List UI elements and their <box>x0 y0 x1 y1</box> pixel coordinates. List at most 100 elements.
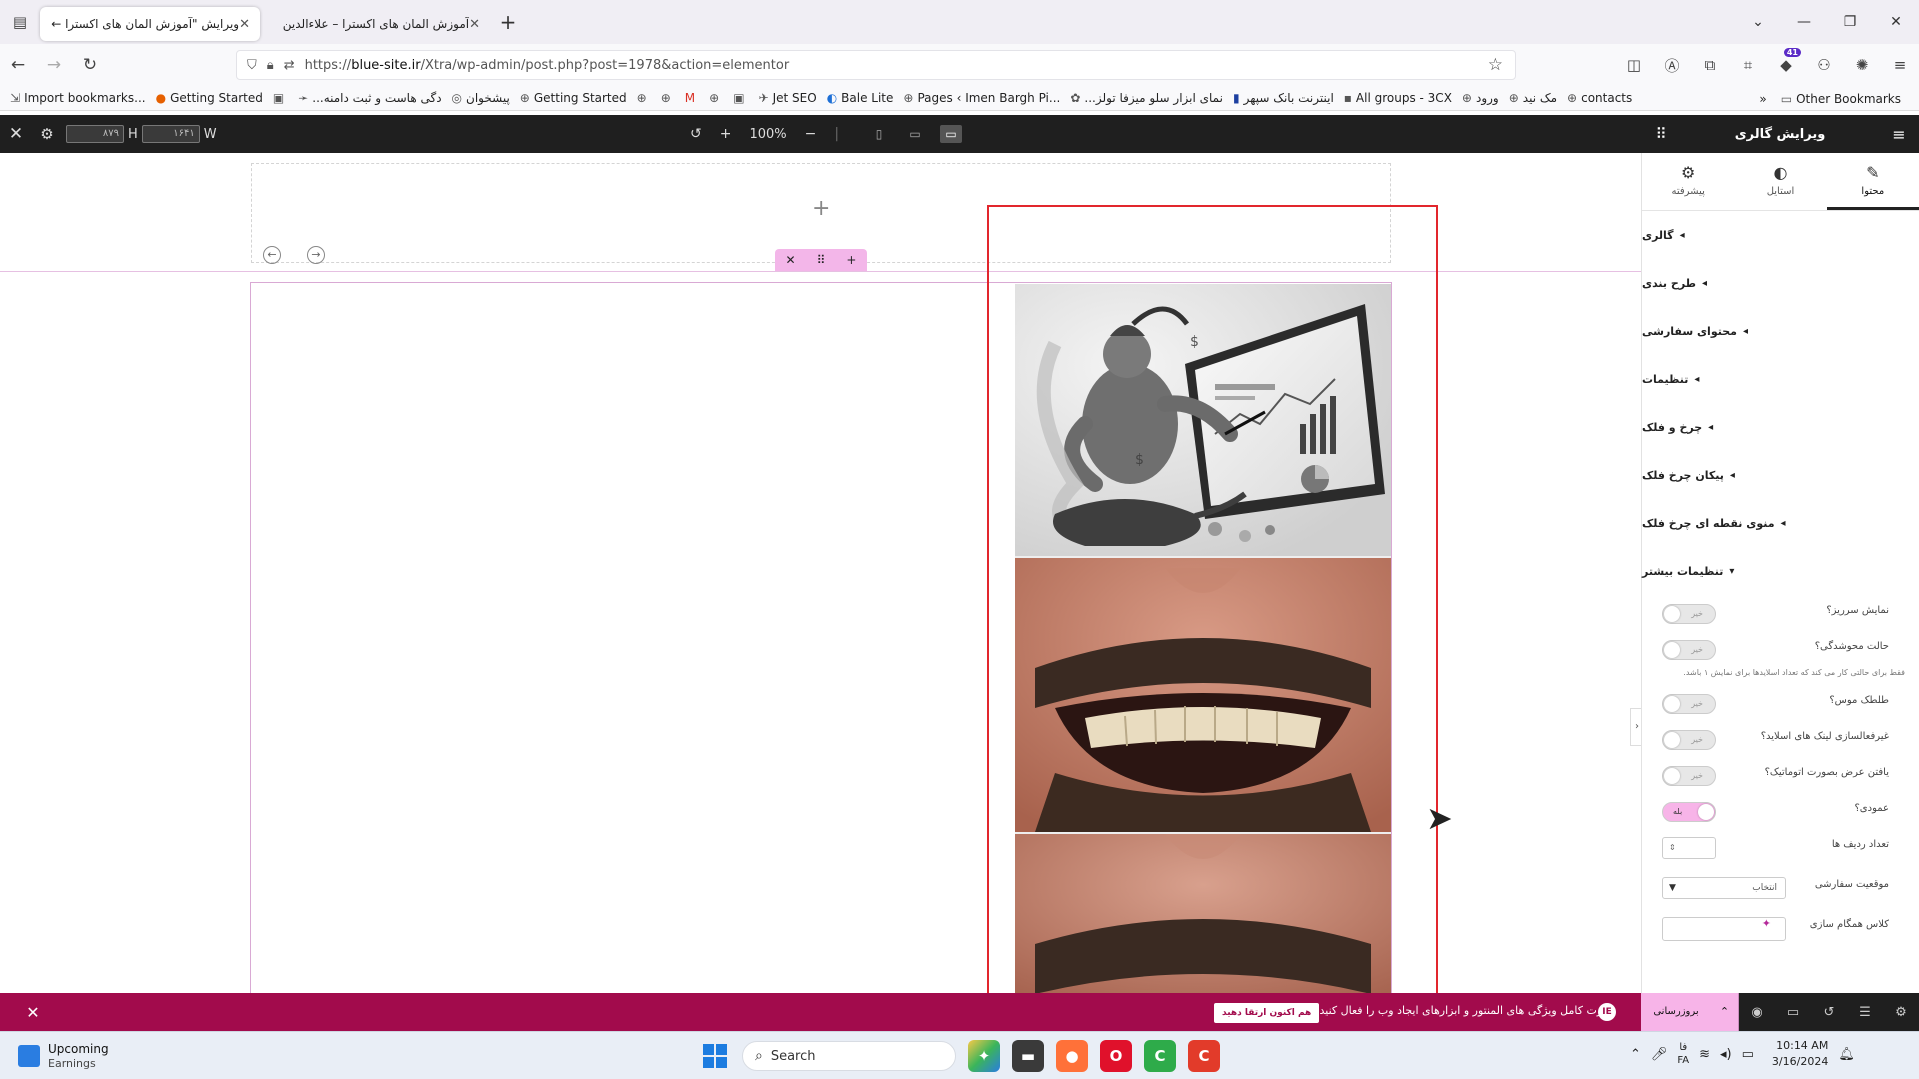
bookmark-item[interactable]: ▣ <box>273 91 288 105</box>
language-indicator[interactable]: فا FA <box>1677 1041 1689 1067</box>
bookmark-item[interactable]: ⊕ Pages ‹ Imen Bargh Pi... <box>903 91 1060 105</box>
bookmark-item[interactable]: ✈ Jet SEO <box>759 91 817 105</box>
bookmark-item[interactable]: ● Getting Started <box>156 91 263 105</box>
permissions-icon[interactable]: ⇄ <box>284 58 295 73</box>
mobile-view-icon[interactable]: ▯ <box>868 125 890 143</box>
bookmark-item[interactable]: M <box>685 91 699 105</box>
bookmark-item[interactable]: ◎ پیشخوان <box>452 91 510 105</box>
section-layout[interactable]: طرح بندی <box>1642 259 1919 307</box>
vpn-icon[interactable]: ⚇ <box>1805 56 1843 74</box>
tab-advanced[interactable]: ⚙ پیشرفته <box>1642 153 1734 210</box>
zoom-in-icon[interactable]: + <box>720 126 732 142</box>
site-settings-gear-icon[interactable]: ⚙ <box>1883 1005 1919 1020</box>
bookmark-item[interactable]: ▪ All groups - 3CX <box>1344 91 1452 105</box>
firefox-icon[interactable]: ● <box>1056 1040 1088 1072</box>
pocket-icon[interactable]: ◫ <box>1615 56 1653 74</box>
section-carousel-arrows[interactable]: پیکان چرخ فلک <box>1642 451 1919 499</box>
sync-class-input[interactable] <box>1662 917 1786 941</box>
account-icon[interactable]: Ⓐ <box>1653 55 1691 76</box>
section-custom-content[interactable]: محتوای سفارشی <box>1642 307 1919 355</box>
bookmark-item[interactable]: ⊕ Getting Started <box>520 91 627 105</box>
new-tab-button[interactable]: + <box>490 10 526 34</box>
width-input[interactable]: ۱۶۴۱ <box>141 125 200 143</box>
extension-badge-icon[interactable]: ◆ 41 <box>1767 48 1805 74</box>
tab-content[interactable]: ✎ محتوا <box>1826 153 1919 210</box>
tablet-view-icon[interactable]: ▭ <box>904 125 926 143</box>
fade-toggle[interactable]: خیر <box>1662 640 1716 660</box>
close-window-icon[interactable]: ✕ <box>1873 14 1919 30</box>
menu-icon[interactable]: ≡ <box>1881 56 1919 74</box>
camtasia-red-icon[interactable]: C <box>1188 1040 1220 1072</box>
close-tab-icon[interactable]: ✕ <box>469 17 480 32</box>
auto-width-toggle[interactable]: خیر <box>1662 766 1716 786</box>
bookmark-item[interactable]: ▮ اینترنت بانک سپهر <box>1233 91 1334 105</box>
weather-widget[interactable]: Upcoming Earnings <box>18 1042 109 1070</box>
wifi-icon[interactable]: ≋ <box>1699 1047 1710 1062</box>
bookmark-item[interactable]: ⊕ <box>661 91 675 105</box>
bookmark-item[interactable]: ⊕ contacts <box>1567 91 1632 105</box>
address-bar[interactable]: ⛉ 🔒︎ ⇄ https://blue-site.ir/Xtra/wp-admi… <box>236 50 1516 80</box>
bookmark-item[interactable]: ⊕ ورود <box>1462 91 1499 105</box>
update-button[interactable]: بروزرسانی <box>1641 993 1711 1031</box>
arrow-left-circle-icon[interactable]: ← <box>263 246 281 264</box>
reload-icon[interactable]: ↻ <box>72 55 108 75</box>
drag-section-icon[interactable]: ⠿ <box>817 253 826 267</box>
reset-zoom-icon[interactable]: ↺ <box>690 126 702 142</box>
file-explorer-icon[interactable]: ▬ <box>1012 1040 1044 1072</box>
height-input[interactable]: ۸۷۹ <box>66 125 124 143</box>
notifications-icon[interactable]: 🔔︎ <box>1838 1047 1855 1062</box>
browser-tab-active[interactable]: ویرایش "آموزش المان های اکسترا ← ✕ <box>40 7 260 41</box>
section-handle[interactable]: ✕ ⠿ + <box>775 249 867 271</box>
section-carousel-dots[interactable]: منوی نقطه ای چرخ فلک <box>1642 499 1919 547</box>
navigator-layers-icon[interactable]: ☰ <box>1847 1005 1883 1020</box>
disable-links-toggle[interactable]: خیر <box>1662 730 1716 750</box>
microphone-icon[interactable]: 🎤︎ <box>1651 1047 1668 1062</box>
close-tab-icon[interactable]: ✕ <box>239 17 250 32</box>
responsive-icon[interactable]: ▭ <box>1775 1005 1811 1020</box>
extensions-icon[interactable]: ⧉ <box>1691 56 1729 74</box>
shield-icon[interactable]: ⛉ <box>247 58 257 73</box>
bookmarks-overflow-icon[interactable]: » <box>1759 92 1766 106</box>
bookmark-star-icon[interactable]: ☆ <box>1488 55 1503 75</box>
close-preview-icon[interactable]: ✕ <box>0 124 32 144</box>
position-select[interactable]: انتخاب ▼ <box>1662 877 1786 899</box>
section-gallery[interactable]: گالری <box>1642 211 1919 259</box>
opera-icon[interactable]: O <box>1100 1040 1132 1072</box>
bookmark-item[interactable]: ✿ ...نمای ابزار سلو میزفا تولز <box>1070 91 1223 105</box>
volume-icon[interactable]: ◂) <box>1720 1047 1732 1062</box>
clock[interactable]: 10:14 AM 3/16/2024 <box>1772 1038 1828 1070</box>
minimize-icon[interactable]: — <box>1781 14 1827 30</box>
bookmark-item[interactable]: ⊕ مک نید <box>1509 91 1557 105</box>
upgrade-button[interactable]: هم اکنون ارتقا دهید <box>1214 1003 1320 1023</box>
lock-icon[interactable]: 🔒︎ <box>267 58 274 73</box>
section-more-settings[interactable]: تنظیمات بیشتر <box>1642 547 1919 595</box>
overflow-toggle[interactable]: خیر <box>1662 604 1716 624</box>
camtasia-green-icon[interactable]: C <box>1144 1040 1176 1072</box>
section-settings[interactable]: تنظیمات <box>1642 355 1919 403</box>
settings-gear-icon[interactable]: ⚙ <box>32 125 62 143</box>
windows-start-icon[interactable] <box>703 1044 727 1068</box>
hamburger-menu-icon[interactable]: ≡ <box>1879 125 1919 144</box>
mouse-drag-toggle[interactable]: خیر <box>1662 694 1716 714</box>
bookmark-item[interactable]: ➛ ...دگی هاست و ثبت دامنه <box>298 91 441 105</box>
taskbar-search[interactable]: ⌕ Search <box>742 1041 956 1071</box>
close-promo-icon[interactable]: ✕ <box>0 1003 66 1022</box>
desktop-view-icon[interactable]: ▭ <box>940 125 962 143</box>
collapse-panel-icon[interactable]: › <box>1630 708 1641 746</box>
preview-eye-icon[interactable]: ◉ <box>1739 1005 1775 1020</box>
add-section-plus-icon[interactable]: + <box>812 196 830 221</box>
bookmark-item[interactable]: ⊕ <box>637 91 651 105</box>
bookmark-item[interactable]: ▣ <box>733 91 748 105</box>
browser-tab[interactable]: آموزش المان های اکسترا – علاءالدین ✕ <box>260 7 490 41</box>
delete-section-icon[interactable]: ✕ <box>786 253 796 267</box>
bookmark-item[interactable]: ⊕ <box>709 91 723 105</box>
bookmark-item[interactable]: ◐ Bale Lite <box>827 91 894 105</box>
bookmark-item[interactable]: ⇲ Import bookmarks... <box>10 91 146 105</box>
crop-icon[interactable]: ⌗ <box>1729 56 1767 74</box>
chevron-up-icon[interactable]: ⌃ <box>1630 1047 1641 1062</box>
tab-style[interactable]: ◐ استایل <box>1734 153 1826 210</box>
chevron-up-icon[interactable]: ⌃ <box>1711 993 1739 1031</box>
back-icon[interactable]: ← <box>0 55 36 75</box>
battery-icon[interactable]: ▭ <box>1742 1047 1754 1062</box>
vertical-toggle[interactable]: بله <box>1662 802 1716 822</box>
